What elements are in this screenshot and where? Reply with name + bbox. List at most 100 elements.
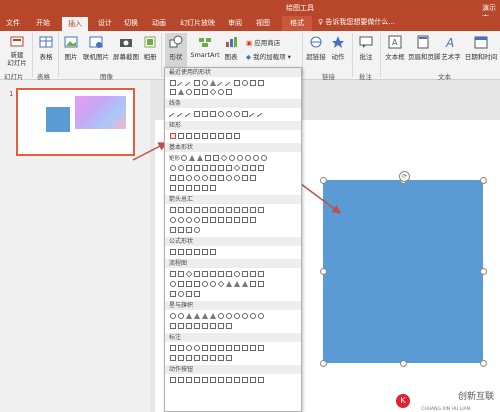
multidocument-icon[interactable] [226, 271, 232, 277]
heptagon-icon[interactable] [245, 155, 252, 161]
arrow-icon[interactable] [258, 207, 264, 213]
curved-connector-icon[interactable] [218, 111, 224, 117]
star-5-icon[interactable] [194, 313, 200, 319]
action-home-icon[interactable] [202, 377, 208, 383]
action-back-icon[interactable] [170, 377, 176, 383]
heart-icon[interactable] [210, 175, 216, 181]
shape-icon[interactable] [186, 89, 192, 95]
scroll-icon[interactable] [210, 323, 216, 329]
minus-icon[interactable] [178, 249, 184, 255]
arrow-icon[interactable] [210, 217, 216, 223]
hexagon-icon[interactable] [237, 155, 244, 161]
snip-rectangle-icon[interactable] [202, 133, 208, 139]
callout-icon[interactable] [202, 345, 208, 351]
shape-icon[interactable] [218, 89, 224, 95]
quad-arrow-icon[interactable] [218, 207, 224, 213]
shape-icon[interactable] [186, 175, 192, 181]
callout-icon[interactable] [250, 345, 256, 351]
plus-icon[interactable] [170, 249, 176, 255]
line-icon[interactable] [184, 112, 194, 122]
terminator-icon[interactable] [234, 271, 240, 277]
round-rectangle-icon[interactable] [218, 133, 224, 139]
freeform-icon[interactable] [242, 111, 248, 117]
round-rectangle-icon[interactable] [234, 133, 240, 139]
shape-icon[interactable] [194, 89, 200, 95]
elbow-connector-icon[interactable] [210, 111, 216, 117]
not-equal-icon[interactable] [210, 249, 216, 255]
snip-rectangle-icon[interactable] [210, 133, 216, 139]
rounded-rectangle-icon[interactable] [178, 133, 184, 139]
arrow-icon[interactable] [250, 207, 256, 213]
brace-icon[interactable] [194, 185, 200, 191]
action-return-icon[interactable] [218, 377, 224, 383]
snip-rectangle-icon[interactable] [194, 133, 200, 139]
action-movie-icon[interactable] [226, 377, 232, 383]
or-icon[interactable] [210, 281, 216, 287]
textbox-shape-icon[interactable] [170, 80, 176, 86]
smiley-icon[interactable] [202, 175, 208, 181]
ribbon-icon[interactable] [170, 323, 176, 329]
callout-icon[interactable] [186, 355, 192, 361]
summing-junction-icon[interactable] [202, 281, 208, 287]
star-16-icon[interactable] [242, 313, 248, 319]
shape-icon[interactable] [170, 165, 176, 171]
bracket-icon[interactable] [210, 185, 216, 191]
callout-icon[interactable] [170, 345, 176, 351]
triangle-icon[interactable] [189, 155, 196, 161]
arrow-icon[interactable] [226, 207, 232, 213]
line-icon[interactable] [176, 112, 186, 122]
curved-arrow-icon[interactable] [186, 217, 192, 223]
shape-icon[interactable] [202, 89, 208, 95]
oval-shape-icon[interactable] [202, 80, 208, 86]
up-arrow-icon[interactable] [186, 207, 192, 213]
rectangle-shape-icon[interactable] [194, 80, 200, 86]
shape-icon[interactable] [210, 165, 216, 171]
delay-icon[interactable] [258, 281, 264, 287]
shape-icon[interactable] [250, 165, 256, 171]
shape-icon[interactable] [218, 165, 224, 171]
arrow-callout-icon[interactable] [250, 217, 256, 223]
scroll-icon[interactable] [202, 323, 208, 329]
round-rectangle-icon[interactable] [226, 133, 232, 139]
callout-icon[interactable] [194, 355, 200, 361]
action-beginning-icon[interactable] [186, 377, 192, 383]
magnetic-disk-icon[interactable] [178, 291, 184, 297]
arrow-callout-icon[interactable] [186, 227, 192, 233]
connector-icon[interactable] [170, 281, 176, 287]
elbow-shape-icon[interactable] [234, 80, 240, 86]
callout-icon[interactable] [194, 345, 200, 351]
process-icon[interactable] [170, 271, 176, 277]
star-6-icon[interactable] [202, 313, 208, 319]
shape-icon[interactable] [178, 165, 184, 171]
callout-icon[interactable] [202, 355, 208, 361]
action-help-icon[interactable] [250, 377, 256, 383]
circular-arrow-icon[interactable] [194, 227, 200, 233]
collate-icon[interactable] [217, 280, 225, 288]
star-7-icon[interactable] [210, 313, 216, 319]
star-8-icon[interactable] [218, 313, 224, 319]
shape-icon[interactable] [170, 175, 176, 181]
shape-icon[interactable] [258, 165, 264, 171]
preparation-icon[interactable] [242, 271, 248, 277]
bracket-icon[interactable] [178, 185, 184, 191]
action-sound-icon[interactable] [242, 377, 248, 383]
oval-icon[interactable] [181, 155, 188, 161]
curved-arrow-icon[interactable] [178, 217, 184, 223]
brace-shape-icon[interactable] [250, 80, 256, 86]
callout-icon[interactable] [178, 355, 184, 361]
brace-icon[interactable] [186, 185, 192, 191]
arrow-icon[interactable] [202, 217, 208, 223]
star-32-icon[interactable] [258, 313, 264, 319]
star-12-icon[interactable] [234, 313, 240, 319]
shape-icon[interactable] [194, 175, 200, 181]
trapezoid-icon[interactable] [213, 155, 220, 161]
stored-data-icon[interactable] [250, 281, 256, 287]
arrow-callout-icon[interactable] [178, 227, 184, 233]
sequential-storage-icon[interactable] [170, 291, 176, 297]
callout-icon[interactable] [218, 355, 224, 361]
triangle-shape-icon[interactable] [210, 80, 216, 86]
lightning-icon[interactable] [218, 175, 224, 181]
up-down-arrow-icon[interactable] [210, 207, 216, 213]
document-icon[interactable] [218, 271, 224, 277]
arrow-icon[interactable] [234, 207, 240, 213]
